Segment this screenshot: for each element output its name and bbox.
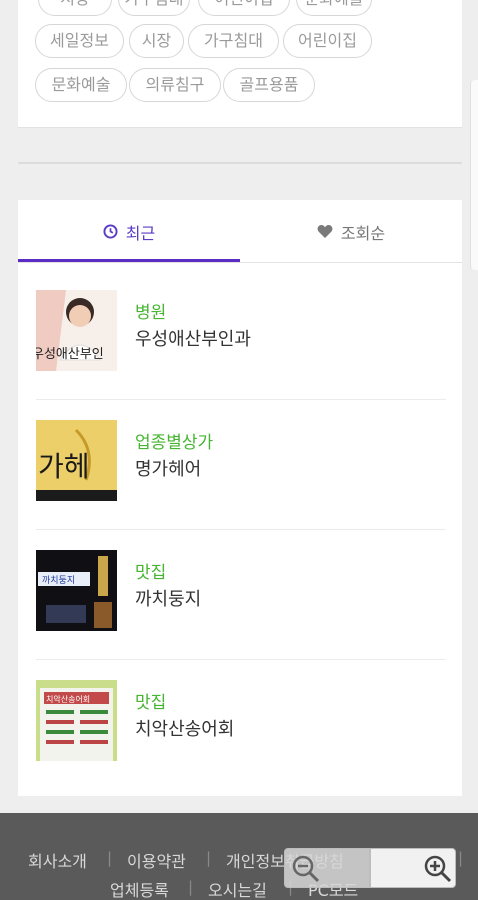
tag-chip[interactable]: 시장 <box>129 24 184 58</box>
footer-separator: | <box>188 878 194 896</box>
item-name: 치악산송어회 <box>135 719 235 740</box>
ranking-card: 최근 조회순 우성애산부인 병원 우성애산부인과 가헤 업종별상가 명가헤어 까… <box>18 200 462 796</box>
footer-link-terms[interactable]: 이용약관 <box>127 848 186 872</box>
list-item[interactable]: 치악산송어회 맛집 치악산송어회 <box>36 660 446 790</box>
item-thumbnail: 치악산송어회 <box>36 680 117 761</box>
tag-chip[interactable]: 가구침대 <box>118 0 190 16</box>
tab-views-label: 조회순 <box>340 223 386 243</box>
svg-text:우성애산부인: 우성애산부인 <box>36 347 104 362</box>
clock-icon <box>103 224 118 239</box>
list-item[interactable]: 가헤 업종별상가 명가헤어 <box>36 400 446 530</box>
tag-chip[interactable]: 문화예술 <box>296 0 372 16</box>
side-panel-edge[interactable] <box>470 80 478 270</box>
tag-card: 시장 가구침대 어린이집 문화예술 세일정보 시장 가구침대 어린이집 문화예술… <box>18 0 462 128</box>
tag-chip[interactable]: 의류침구 <box>129 68 221 102</box>
footer-separator: | <box>107 849 113 867</box>
heart-icon <box>317 225 333 238</box>
ranking-tabs: 최근 조회순 <box>18 200 462 263</box>
item-category: 병원 <box>135 303 167 323</box>
svg-text:까치둥지: 까치둥지 <box>42 574 75 586</box>
footer-link-company[interactable]: 회사소개 <box>28 848 87 872</box>
footer-link-directions[interactable]: 오시는길 <box>208 877 267 900</box>
tag-chip[interactable]: 시장 <box>38 0 112 16</box>
svg-text:가헤: 가헤 <box>38 450 90 483</box>
item-thumbnail: 까치둥지 <box>36 550 117 631</box>
footer-link-register[interactable]: 업체등록 <box>110 877 169 900</box>
tag-chip[interactable]: 어린이집 <box>198 0 290 16</box>
zoom-in-icon <box>424 855 452 883</box>
section-divider <box>18 162 462 164</box>
item-thumbnail: 가헤 <box>36 420 117 501</box>
tag-chip[interactable]: 문화예술 <box>35 68 127 102</box>
tag-chip[interactable]: 세일정보 <box>35 24 124 58</box>
footer-separator: | <box>458 849 464 867</box>
list-item[interactable]: 우성애산부인 병원 우성애산부인과 <box>36 270 446 400</box>
item-thumbnail: 우성애산부인 <box>36 290 117 371</box>
item-name: 까치둥지 <box>135 589 202 610</box>
tag-chip[interactable]: 골프용품 <box>223 68 315 102</box>
item-name: 우성애산부인과 <box>135 329 251 350</box>
item-category: 맛집 <box>135 563 167 583</box>
tab-views[interactable]: 조회순 <box>240 200 462 263</box>
tab-recent-label: 최근 <box>125 223 156 243</box>
tag-chip[interactable]: 어린이집 <box>283 24 372 58</box>
item-name: 명가헤어 <box>135 459 202 480</box>
list-item[interactable]: 까치둥지 맛집 까치둥지 <box>36 530 446 660</box>
zoom-out-button[interactable] <box>284 848 370 888</box>
tag-chip[interactable]: 가구침대 <box>188 24 279 58</box>
tab-recent[interactable]: 최근 <box>18 200 240 263</box>
footer-separator: | <box>206 849 212 867</box>
active-tab-indicator <box>18 259 240 262</box>
svg-text:치악산송어회: 치악산송어회 <box>46 694 90 704</box>
item-category: 업종별상가 <box>135 433 214 453</box>
item-category: 맛집 <box>135 693 167 713</box>
zoom-out-icon <box>292 855 320 883</box>
zoom-in-button[interactable] <box>370 848 456 888</box>
zoom-control <box>284 848 456 888</box>
